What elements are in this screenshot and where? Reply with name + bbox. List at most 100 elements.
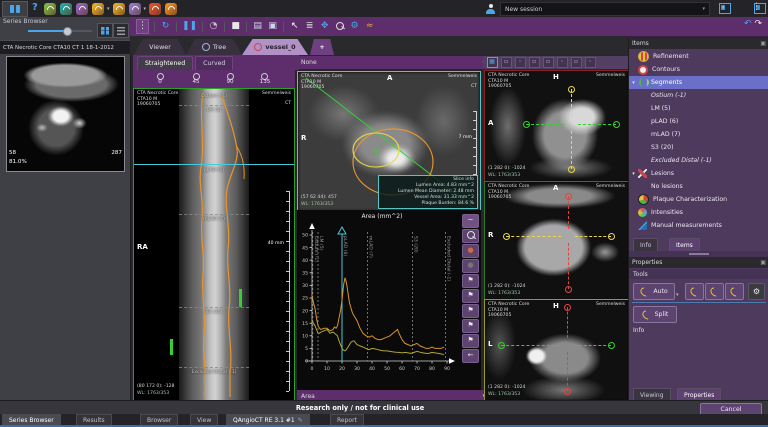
app-icon-2[interactable] [60, 3, 72, 15]
tree-item-no-lesions[interactable]: No lesions [629, 180, 768, 193]
tab-straightened[interactable]: Straightened [137, 56, 193, 70]
tree-item-refinement[interactable]: Refinement [629, 50, 768, 63]
app-icon-1[interactable] [44, 3, 56, 15]
tab-curved[interactable]: Curved [195, 56, 233, 70]
rotate-icon[interactable]: ↻ [160, 20, 171, 33]
curve-tool-button-3[interactable] [725, 283, 744, 300]
vp-tool-icon[interactable]: ▫ [543, 57, 554, 68]
vp-tool-icon[interactable]: ▫ [571, 57, 582, 68]
crosshair-handle[interactable] [523, 121, 530, 128]
straightened-vessel-viewport[interactable]: Ostium (-1)LM (5)pLAD (6)mLAD (7)S3 (20)… [133, 88, 295, 401]
tab-vessel-0[interactable]: vessel_0 [242, 39, 308, 55]
crosshair-line[interactable] [567, 307, 568, 338]
vp-tool-icon[interactable]: ◦ [515, 57, 526, 68]
marker-flag-icon[interactable]: ⚑ [462, 319, 479, 333]
session-select[interactable]: New session ▾ [500, 2, 710, 16]
layers-icon[interactable]: ≣ [304, 20, 315, 33]
menu-dots-icon[interactable]: ⋮ [136, 19, 149, 34]
auto-dropdown-caret-icon[interactable]: ▾ [676, 292, 679, 298]
undo-icon[interactable]: ↶ [744, 19, 752, 29]
crosshair-handle[interactable] [565, 193, 572, 200]
vp-tool-icon[interactable]: ▫ [529, 57, 540, 68]
crosshair-line[interactable] [501, 345, 560, 346]
tab-viewer[interactable]: Viewer [134, 39, 186, 55]
crosshair-handle[interactable] [564, 304, 571, 311]
expander-icon[interactable]: ▾ [629, 80, 638, 86]
tree-item-ostium-1[interactable]: Ostium (-1) [629, 89, 768, 102]
crosshair-handle[interactable] [608, 342, 615, 349]
tree-item-lm-5[interactable]: LM (5) [629, 102, 768, 115]
tree-item-contours[interactable]: Contours [629, 63, 768, 76]
magnifier-icon[interactable] [334, 20, 345, 33]
tree-item-segments[interactable]: ▾Segments [629, 76, 768, 89]
tab-items[interactable]: Items [669, 238, 700, 251]
tree-item-intensities[interactable]: Intensities [629, 206, 768, 219]
crosshair-line[interactable] [568, 196, 569, 229]
vp-tool-icon[interactable]: ◦ [557, 57, 568, 68]
tree-item-plad-6[interactable]: pLAD (6) [629, 115, 768, 128]
help-icon[interactable]: ? [32, 2, 38, 13]
app-icon-5[interactable] [113, 3, 125, 15]
pan-icon[interactable]: ✥ [319, 20, 330, 33]
camera-icon[interactable]: ▣ [267, 20, 278, 33]
axial-viewport[interactable]: CTA Necrotic CoreCTA10 M19060705Semmelwe… [484, 181, 629, 300]
auto-button[interactable]: Auto [633, 283, 675, 300]
grid-layout-icon[interactable]: ▦ [487, 57, 498, 68]
chevron-down-icon[interactable]: ▾ [722, 5, 725, 11]
cursor-icon[interactable]: ↖ [289, 20, 300, 33]
curve-tool-button-1[interactable] [685, 283, 704, 300]
app-icon-4[interactable] [92, 3, 104, 15]
settings-gears-icon[interactable]: ⚙ [349, 20, 360, 33]
crosshair-handle[interactable] [568, 166, 575, 173]
marker-flag-icon[interactable]: ⚑ [462, 304, 479, 318]
crosshair-line[interactable] [571, 89, 572, 117]
cross-section-viewport[interactable]: CTA Necrotic Core CTA10 M 19060705 Semme… [297, 71, 481, 212]
tree-item-lesions[interactable]: ▾Lesions [629, 167, 768, 180]
slider-handle[interactable] [63, 27, 72, 36]
app-icon-6[interactable] [129, 3, 141, 15]
crosshair-handle[interactable] [613, 121, 620, 128]
area-graph-panel[interactable]: Area (mm^2) 0510152025303540455001020304… [297, 210, 481, 390]
intensities-tool-icon[interactable]: ● [462, 244, 479, 258]
marker-flag-icon[interactable]: ⚑ [462, 289, 479, 303]
dropdown-caret-icon[interactable]: ▾ [107, 6, 110, 12]
tree-item-manual-measurements[interactable]: Manual measurements [629, 219, 768, 232]
grid-view-button[interactable] [97, 23, 113, 38]
dropdown-caret-icon[interactable]: ▾ [144, 6, 147, 12]
crosshair-line[interactable] [526, 124, 564, 125]
sagittal-viewport[interactable]: CTA Necrotic CoreCTA10 M19060705Semmelwe… [484, 70, 629, 182]
curve-tool-icon[interactable]: ~ [462, 214, 479, 228]
back-arrow-icon[interactable]: ← [462, 349, 479, 363]
marker-flag-icon[interactable]: ⚑ [462, 274, 479, 288]
series-thumbnail[interactable]: 58 287 81.0% [6, 56, 125, 172]
add-tab-button[interactable]: + [310, 39, 334, 55]
series-tab[interactable]: CTA Necrotic Core CTA10 CT 1 18-1-2012 [0, 40, 133, 54]
marker-flag-icon[interactable]: ⚑ [462, 334, 479, 348]
panel-menu-icon[interactable]: ▣ [760, 259, 766, 266]
film-icon[interactable]: ▤ [252, 20, 263, 33]
tree-item-excluded-distal-1[interactable]: Excluded Distal (-1) [629, 154, 768, 167]
kebab-menu-icon[interactable]: ⋮ [752, 2, 761, 12]
tree-item-plaque-characterization[interactable]: Plaque Characterization [629, 193, 768, 206]
crosshair-handle[interactable] [498, 342, 505, 349]
tree-item-s3-20[interactable]: S3 (20) [629, 141, 768, 154]
expander-icon[interactable]: ▾ [629, 171, 638, 177]
tab-tree[interactable]: Tree [186, 39, 242, 55]
crosshair-line[interactable] [568, 243, 569, 289]
crosshair-line[interactable] [567, 352, 568, 391]
split-button[interactable]: Split [633, 306, 677, 323]
coronal-viewport[interactable]: CTA Necrotic CoreCTA10 M19060705Semmelwe… [484, 299, 629, 401]
zoom-tool-icon[interactable] [462, 229, 479, 243]
app-icon-8[interactable] [165, 3, 177, 15]
overlay-mode-select[interactable]: None ▾ [297, 56, 489, 69]
tree-item-mlad-7[interactable]: mLAD (7) [629, 128, 768, 141]
area-chart[interactable]: 051015202530354045500102030405060708090O… [297, 210, 481, 390]
app-icon-3[interactable] [76, 3, 88, 15]
crosshair-line[interactable] [575, 236, 611, 237]
curve-tool-button-2[interactable] [705, 283, 724, 300]
crosshair-line[interactable] [578, 124, 616, 125]
crosshair-line[interactable] [571, 131, 572, 169]
vp-tool-icon[interactable]: ▫ [501, 57, 512, 68]
redo-icon[interactable]: ↷ [754, 19, 762, 29]
clock-icon[interactable]: ◔ [208, 20, 219, 33]
